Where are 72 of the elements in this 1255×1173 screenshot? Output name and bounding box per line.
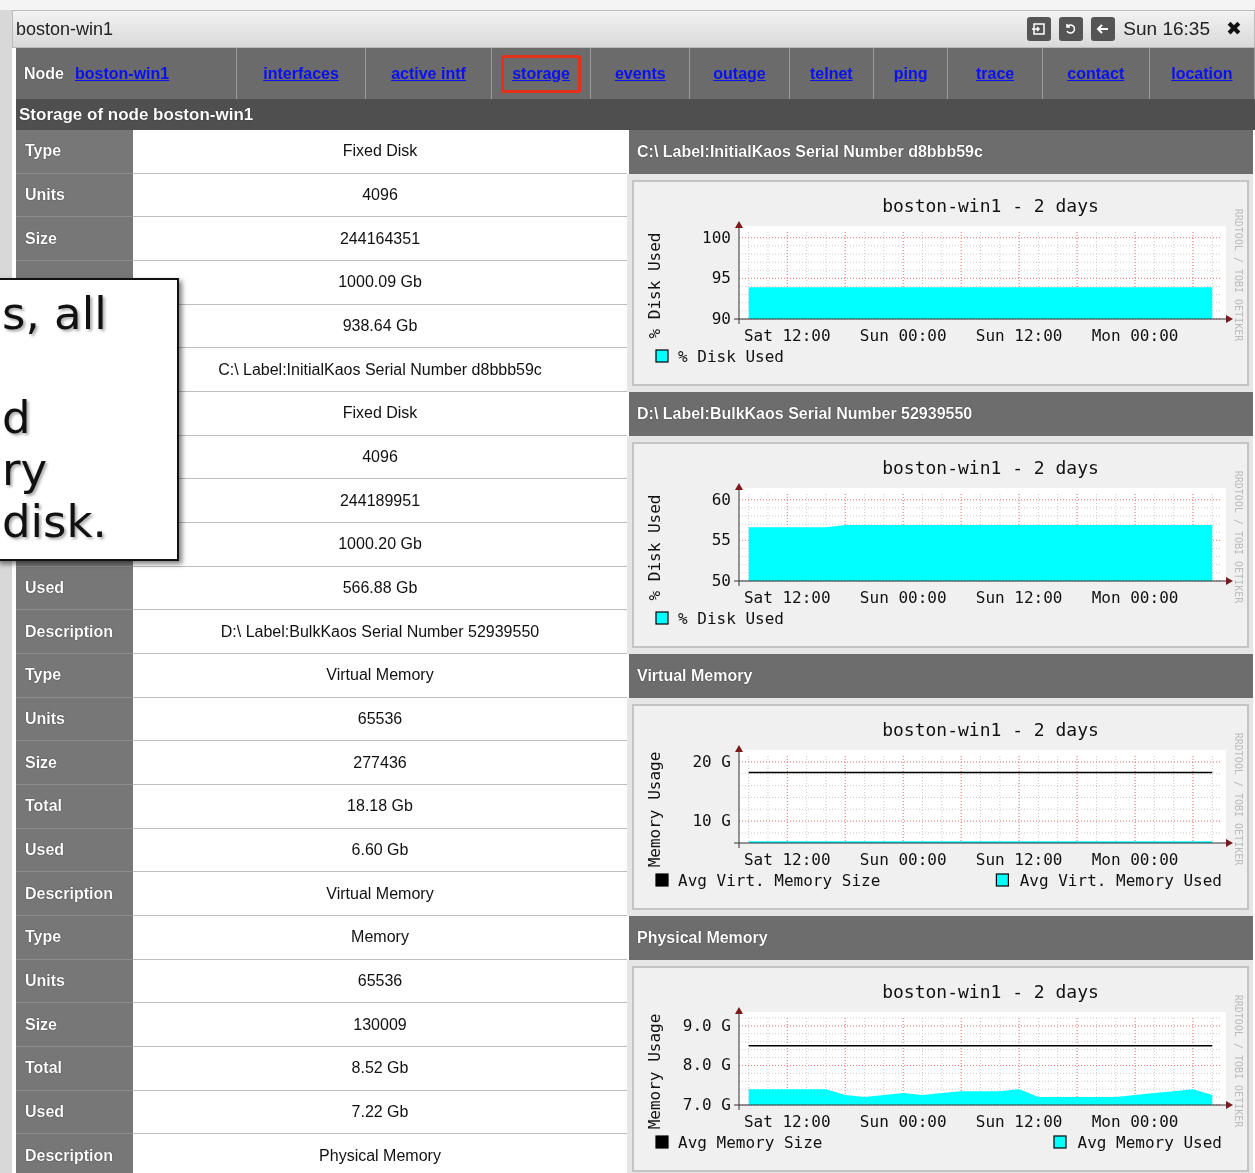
row-label: Description [16,610,133,654]
y-tick-label: 55 [711,530,731,550]
legend-item: Avg Virt. Memory Used [995,871,1222,890]
chart-title: boston-win1 - 2 days [882,457,1099,478]
row-label: Size [16,217,133,261]
row-label: Units [16,173,133,218]
row-label: Size [16,741,133,785]
clock-text: Sun 16:35 [1123,16,1210,41]
x-tick-label: Sun 00:00 [859,326,947,345]
x-tick-label: Mon 00:00 [1091,326,1179,345]
y-tick-label: 50 [711,571,731,590]
callout-text: ry [2,444,48,496]
legend-label: % Disk Used [678,347,784,366]
row-label: Description [16,872,133,916]
y-axis-label: Memory Usage [645,1013,664,1130]
x-tick-label: Sat 12:00 [743,326,831,345]
row-label: Used [16,566,133,611]
x-tick-label: Sun 12:00 [975,850,1063,869]
x-tick-label: Sun 00:00 [859,850,947,869]
y-axis-label: % Disk Used [645,232,664,339]
x-tick-label: Sat 12:00 [743,1112,831,1131]
y-tick-label: 20 G [692,751,731,771]
y-tick-label: 7.0 G [682,1095,731,1114]
panel-header: Virtual Memory [627,654,1253,698]
legend-item: Avg Virt. Memory Size [655,871,881,890]
x-tick-label: Sun 12:00 [975,326,1063,345]
legend-item: % Disk Used [655,609,784,628]
x-tick-label: Sun 12:00 [975,1112,1063,1131]
x-tick-label: Sat 12:00 [743,588,831,607]
y-axis-label: Memory Usage [645,751,664,868]
chart-title: boston-win1 - 2 days [882,719,1099,740]
row-label: Total [16,1046,133,1091]
row-label: Type [16,916,133,960]
series-label: % Disk Used [678,609,784,628]
callout-text: disk. [2,496,107,548]
row-label: Units [16,697,133,742]
x-tick-label: Mon 00:00 [1091,850,1179,869]
row-label: Units [16,959,133,1004]
row-label: Description [16,1134,133,1173]
x-tick-label: Sat 12:00 [743,850,831,869]
x-tick-label: Mon 00:00 [1091,588,1179,607]
window-title: boston-win1 [16,17,114,41]
row-label: Used [16,828,133,873]
y-tick-label: 8.0 G [682,1055,731,1075]
row-label: Total [16,784,133,829]
row-label: Used [16,1090,133,1135]
x-tick-label: Sun 00:00 [859,588,947,607]
x-tick-label: Sun 00:00 [859,1112,947,1131]
panel-header: Physical Memory [627,916,1253,960]
legend-item: Avg Memory Used [1053,1133,1222,1152]
x-tick-label: Sun 12:00 [975,588,1063,607]
x-tick-label: Mon 00:00 [1091,1112,1179,1131]
panel-header: D:\ Label:BulkKaos Serial Number 52939550 [627,392,1253,436]
legend-item: Avg Memory Size [655,1133,823,1152]
y-tick-label: 90 [711,309,731,328]
y-axis-label: % Disk Used [645,494,664,601]
y-tick-label: 9.0 G [682,1015,731,1035]
callout-text: s, all [2,288,107,340]
chart-title: boston-win1 - 2 days [882,981,1099,1002]
callout-text: d [2,392,31,444]
y-tick-label: 10 G [692,811,731,831]
panel-header: C:\ Label:InitialKaos Serial Number d8bbb59c [627,130,1253,174]
row-label: Type [16,654,133,698]
y-tick-label: 100 [702,227,731,247]
row-label: Size [16,1003,133,1047]
y-tick-label: 95 [711,268,731,288]
row-label: Type [16,130,133,174]
section-heading: Storage of node boston-win1 [16,99,1255,130]
chart-title: boston-win1 - 2 days [882,195,1099,216]
node-label: Node [24,63,64,84]
y-tick-label: 60 [711,489,731,509]
legend-item: % Disk Used [655,347,784,366]
